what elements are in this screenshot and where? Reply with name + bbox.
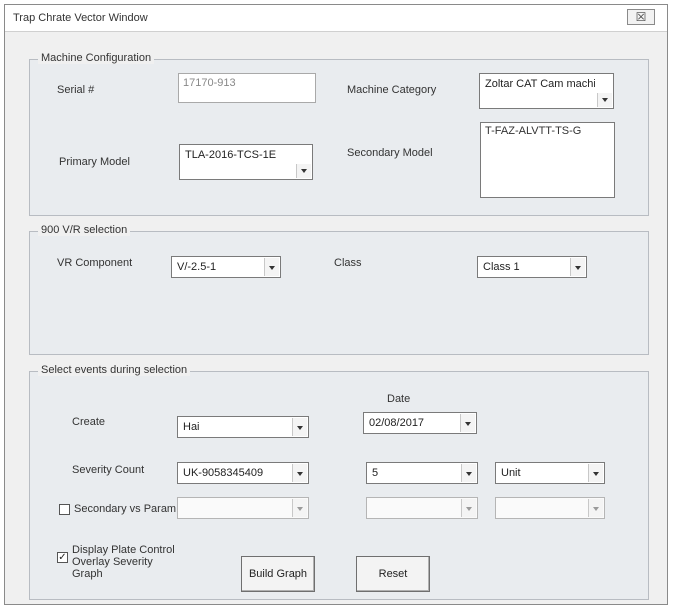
calendar-dropdown-icon[interactable]	[460, 414, 475, 432]
primary-model-value: TLA-2016-TCS-1E	[185, 149, 277, 161]
close-icon: ☒	[635, 10, 647, 24]
date-picker[interactable]: 02/08/2017	[363, 412, 477, 434]
close-button[interactable]: ☒	[627, 9, 655, 25]
create-combo[interactable]: Hai	[177, 416, 309, 438]
title-bar: Trap Chrate Vector Window ☒	[5, 5, 667, 32]
severity-combo[interactable]: UK-9058345409	[177, 462, 309, 484]
chevron-down-icon[interactable]	[588, 464, 603, 482]
dialog-window: Trap Chrate Vector Window ☒ Machine Conf…	[4, 4, 668, 605]
vr-component-combo[interactable]: V/-2.5-1	[171, 256, 281, 278]
serial-value: 17170-913	[183, 77, 236, 89]
create-label: Create	[72, 416, 106, 428]
class-combo[interactable]: Class 1	[477, 256, 587, 278]
secondary-model-listbox[interactable]: T-FAZ-ALVTT-TS-G	[480, 122, 615, 198]
machine-category-label: Machine Category	[347, 84, 437, 96]
primary-model-label: Primary Model	[59, 156, 130, 168]
chevron-down-icon[interactable]	[264, 258, 279, 276]
machine-category-combo[interactable]: Zoltar CAT Cam machine	[479, 73, 614, 109]
chevron-down-icon[interactable]	[461, 464, 476, 482]
reset-label: Reset	[378, 568, 408, 580]
date-header: Date	[387, 393, 411, 405]
vr-component-label: VR Component	[57, 257, 133, 269]
severity-unit-combo[interactable]: Unit	[495, 462, 605, 484]
overlay-checkbox[interactable]: ✓	[57, 552, 68, 563]
serial-label: Serial #	[57, 84, 95, 96]
vr-selection-frame: 900 V/R selection VR Component V/-2.5-1 …	[29, 224, 649, 355]
create-value: Hai	[183, 421, 200, 433]
machine-configuration-caption: Machine Configuration	[38, 52, 155, 64]
severity-value: UK-9058345409	[183, 467, 264, 479]
severity-count-combo[interactable]: 5	[366, 462, 478, 484]
chevron-down-icon[interactable]	[292, 464, 307, 482]
chevron-down-icon[interactable]	[570, 258, 585, 276]
vr-selection-caption: 900 V/R selection	[38, 224, 131, 236]
build-graph-button[interactable]: Build Graph	[241, 556, 315, 592]
serial-field[interactable]: 17170-913	[178, 73, 316, 103]
severity-label: Severity Count	[72, 464, 145, 476]
secondary-unit-combo[interactable]	[495, 497, 605, 519]
build-graph-label: Build Graph	[248, 568, 308, 580]
machine-configuration-frame: Machine Configuration Serial # 17170-913…	[29, 52, 649, 216]
primary-model-combo[interactable]: TLA-2016-TCS-1E	[179, 144, 313, 180]
event-selection-caption: Select events during selection	[38, 364, 191, 376]
chevron-down-icon[interactable]	[292, 499, 307, 517]
secondary-model-label: Secondary Model	[347, 147, 433, 159]
secondary-combo[interactable]	[177, 497, 309, 519]
secondary-count-combo[interactable]	[366, 497, 478, 519]
chevron-down-icon[interactable]	[461, 499, 476, 517]
chevron-down-icon[interactable]	[292, 418, 307, 436]
machine-category-value: Zoltar CAT Cam machine	[485, 78, 595, 90]
vr-component-value: V/-2.5-1	[177, 261, 217, 273]
chevron-down-icon[interactable]	[597, 93, 612, 107]
window-title: Trap Chrate Vector Window	[13, 12, 148, 24]
severity-count-value: 5	[372, 467, 379, 479]
date-value: 02/08/2017	[369, 417, 425, 429]
chevron-down-icon[interactable]	[296, 164, 311, 178]
chevron-down-icon[interactable]	[588, 499, 603, 517]
reset-button[interactable]: Reset	[356, 556, 430, 592]
event-selection-frame: Select events during selection Date Crea…	[29, 364, 649, 600]
secondary-checkbox[interactable]	[59, 504, 70, 515]
severity-unit-value: Unit	[501, 467, 521, 479]
class-value: Class 1	[483, 261, 520, 273]
class-label: Class	[334, 257, 362, 269]
overlay-option-label: Display Plate Control Overlay Severity G…	[72, 544, 175, 580]
secondary-model-value[interactable]: T-FAZ-ALVTT-TS-G	[485, 125, 581, 137]
secondary-label: Secondary vs Param	[74, 503, 177, 515]
